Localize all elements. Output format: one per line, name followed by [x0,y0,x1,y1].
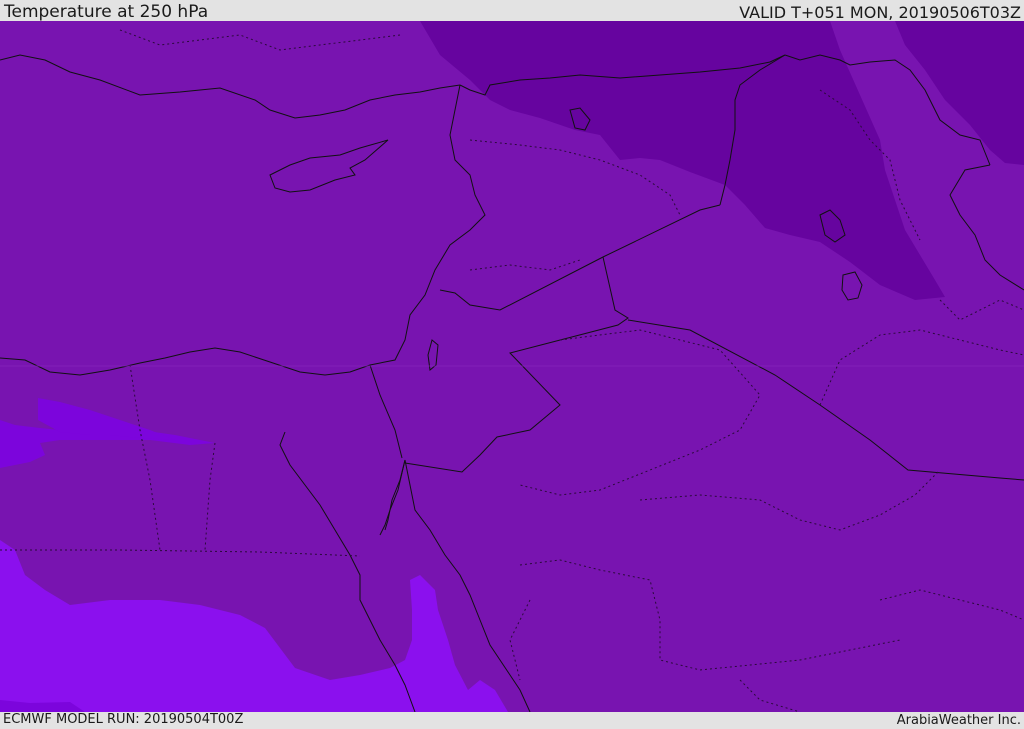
footer-bar: ECMWF MODEL RUN: 20190504T00Z ArabiaWeat… [0,712,1024,729]
credit-label: ArabiaWeather Inc. [896,713,1021,728]
map-title: Temperature at 250 hPa [4,2,209,22]
weather-map[interactable] [0,21,1024,712]
model-run: ECMWF MODEL RUN: 20190504T00Z [3,712,244,727]
valid-time: VALID T+051 MON, 20190506T03Z [739,3,1021,22]
map-canvas [0,21,1024,712]
header-bar: Temperature at 250 hPa VALID T+051 MON, … [0,0,1024,21]
